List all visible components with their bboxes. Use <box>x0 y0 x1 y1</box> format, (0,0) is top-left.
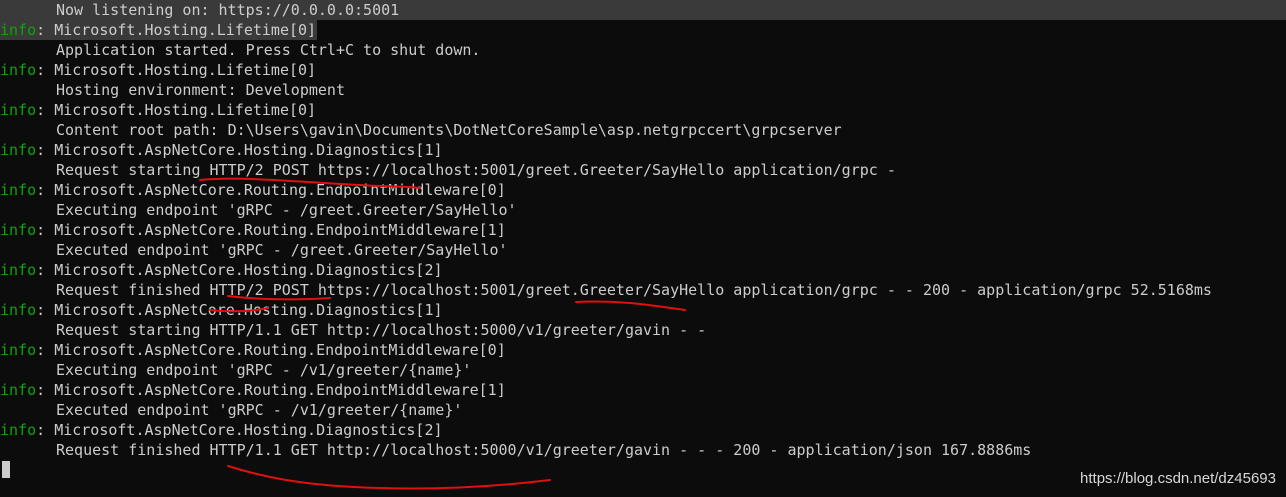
log-line: Request starting HTTP/2 POST https://loc… <box>0 160 1286 180</box>
log-message: Executing endpoint 'gRPC - /greet.Greete… <box>56 201 517 219</box>
log-line: info: Microsoft.AspNetCore.Hosting.Diagn… <box>0 300 1286 320</box>
log-output: Now listening on: https://0.0.0.0:5001 i… <box>0 0 1286 460</box>
log-category: Microsoft.AspNetCore.Hosting.Diagnostics… <box>54 141 443 159</box>
log-level-info: info <box>0 181 37 199</box>
log-category: Microsoft.AspNetCore.Routing.EndpointMid… <box>54 181 506 199</box>
log-level-info: info <box>0 381 37 399</box>
log-line: Application started. Press Ctrl+C to shu… <box>0 40 1286 60</box>
log-message: Application started. Press Ctrl+C to shu… <box>56 41 481 59</box>
log-level-info: info <box>0 141 37 159</box>
log-level-info: info <box>0 261 37 279</box>
log-line: Request finished HTTP/1.1 GET http://loc… <box>0 440 1286 460</box>
log-separator: : <box>36 221 55 239</box>
log-line: Executing endpoint 'gRPC - /greet.Greete… <box>0 200 1286 220</box>
log-line: Now listening on: https://0.0.0.0:5001 <box>0 0 1286 20</box>
log-message: Executing endpoint 'gRPC - /v1/greeter/{… <box>56 361 472 379</box>
log-separator: : <box>36 381 55 399</box>
log-message: Now listening on: https://0.0.0.0:5001 <box>56 1 400 19</box>
log-level-info: info <box>0 341 37 359</box>
log-category: Microsoft.AspNetCore.Hosting.Diagnostics… <box>54 421 443 439</box>
log-category: Microsoft.AspNetCore.Routing.EndpointMid… <box>54 341 506 359</box>
log-line: Content root path: D:\Users\gavin\Docume… <box>0 120 1286 140</box>
log-separator: : <box>36 421 55 439</box>
log-line: info: Microsoft.AspNetCore.Routing.Endpo… <box>0 220 1286 240</box>
log-line: info: Microsoft.AspNetCore.Routing.Endpo… <box>0 380 1286 400</box>
log-separator: : <box>36 21 55 39</box>
log-line: Executing endpoint 'gRPC - /v1/greeter/{… <box>0 360 1286 380</box>
log-category: Microsoft.AspNetCore.Routing.EndpointMid… <box>54 381 506 399</box>
log-line: Hosting environment: Development <box>0 80 1286 100</box>
log-line: info: Microsoft.Hosting.Lifetime[0] <box>0 100 1286 120</box>
log-message: Request finished HTTP/2 POST https://loc… <box>56 281 1212 299</box>
log-category: Microsoft.AspNetCore.Hosting.Diagnostics… <box>54 301 443 319</box>
log-message: Request starting HTTP/2 POST https://loc… <box>56 161 896 179</box>
log-separator: : <box>36 341 55 359</box>
log-line: info: Microsoft.AspNetCore.Routing.Endpo… <box>0 340 1286 360</box>
log-category: Microsoft.Hosting.Lifetime[0] <box>54 101 317 119</box>
log-message: Executed endpoint 'gRPC - /greet.Greeter… <box>56 241 508 259</box>
log-message: Content root path: D:\Users\gavin\Docume… <box>56 121 842 139</box>
log-line: Executed endpoint 'gRPC - /v1/greeter/{n… <box>0 400 1286 420</box>
log-category: Microsoft.AspNetCore.Routing.EndpointMid… <box>54 221 506 239</box>
annotation-underline <box>227 465 551 490</box>
log-separator: : <box>36 61 55 79</box>
log-message: Executed endpoint 'gRPC - /v1/greeter/{n… <box>56 401 463 419</box>
log-message: Request starting HTTP/1.1 GET http://loc… <box>56 321 707 339</box>
log-line: info: Microsoft.Hosting.Lifetime[0] <box>0 20 1286 40</box>
log-line: info: Microsoft.AspNetCore.Hosting.Diagn… <box>0 140 1286 160</box>
log-line: info: Microsoft.AspNetCore.Hosting.Diagn… <box>0 260 1286 280</box>
log-level-info: info <box>0 301 37 319</box>
log-separator: : <box>36 181 55 199</box>
log-level-info: info <box>0 421 37 439</box>
log-line: info: Microsoft.AspNetCore.Hosting.Diagn… <box>0 420 1286 440</box>
log-level-info: info <box>0 61 37 79</box>
log-separator: : <box>36 141 55 159</box>
log-line: Executed endpoint 'gRPC - /greet.Greeter… <box>0 240 1286 260</box>
log-separator: : <box>36 301 55 319</box>
log-message: Request finished HTTP/1.1 GET http://loc… <box>56 441 1032 459</box>
log-category: Microsoft.Hosting.Lifetime[0] <box>54 21 317 39</box>
log-line: Request starting HTTP/1.1 GET http://loc… <box>0 320 1286 340</box>
log-line: Request finished HTTP/2 POST https://loc… <box>0 280 1286 300</box>
text-cursor <box>2 461 10 478</box>
log-level-info: info <box>0 101 37 119</box>
log-message: Hosting environment: Development <box>56 81 345 99</box>
log-level-info: info <box>0 221 37 239</box>
log-category: Microsoft.AspNetCore.Hosting.Diagnostics… <box>54 261 443 279</box>
log-separator: : <box>36 101 55 119</box>
watermark: https://blog.csdn.net/dz45693 <box>1080 470 1276 487</box>
terminal-window[interactable]: Now listening on: https://0.0.0.0:5001 i… <box>0 0 1286 497</box>
log-level-info: info <box>0 21 37 39</box>
log-line: info: Microsoft.Hosting.Lifetime[0] <box>0 60 1286 80</box>
log-category: Microsoft.Hosting.Lifetime[0] <box>54 61 317 79</box>
log-line: info: Microsoft.AspNetCore.Routing.Endpo… <box>0 180 1286 200</box>
log-separator: : <box>36 261 55 279</box>
